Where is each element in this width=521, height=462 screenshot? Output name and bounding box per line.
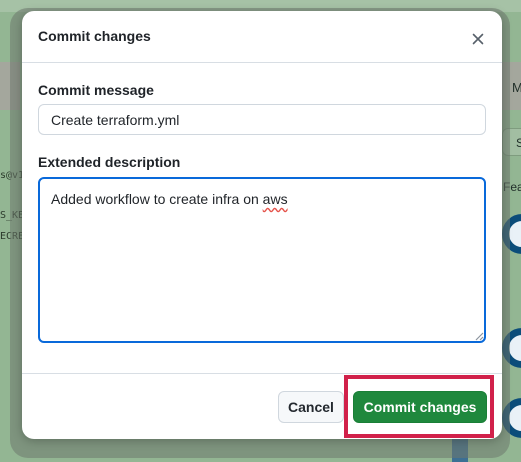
commit-changes-button[interactable]: Commit changes: [353, 391, 487, 423]
dialog-header: Commit changes: [22, 11, 502, 63]
extended-description-text: Added workflow to create infra on: [51, 191, 263, 207]
dialog-title: Commit changes: [38, 28, 151, 44]
close-button[interactable]: [466, 27, 490, 51]
dialog-footer: Cancel Commit changes: [22, 373, 502, 439]
extended-description-textarea[interactable]: Added workflow to create infra on aws: [38, 177, 486, 343]
misspelled-word: aws: [262, 191, 288, 207]
close-icon: [472, 33, 484, 45]
commit-message-label: Commit message: [38, 82, 154, 98]
background-input-text: S: [516, 136, 521, 150]
cancel-button[interactable]: Cancel: [278, 391, 344, 423]
commit-message-input[interactable]: [38, 104, 486, 135]
resize-grip-icon[interactable]: [474, 331, 484, 341]
extended-description-label: Extended description: [38, 154, 181, 170]
background-right-tab: M: [512, 80, 521, 95]
commit-changes-dialog: Commit changes Commit message Extended d…: [22, 11, 502, 439]
